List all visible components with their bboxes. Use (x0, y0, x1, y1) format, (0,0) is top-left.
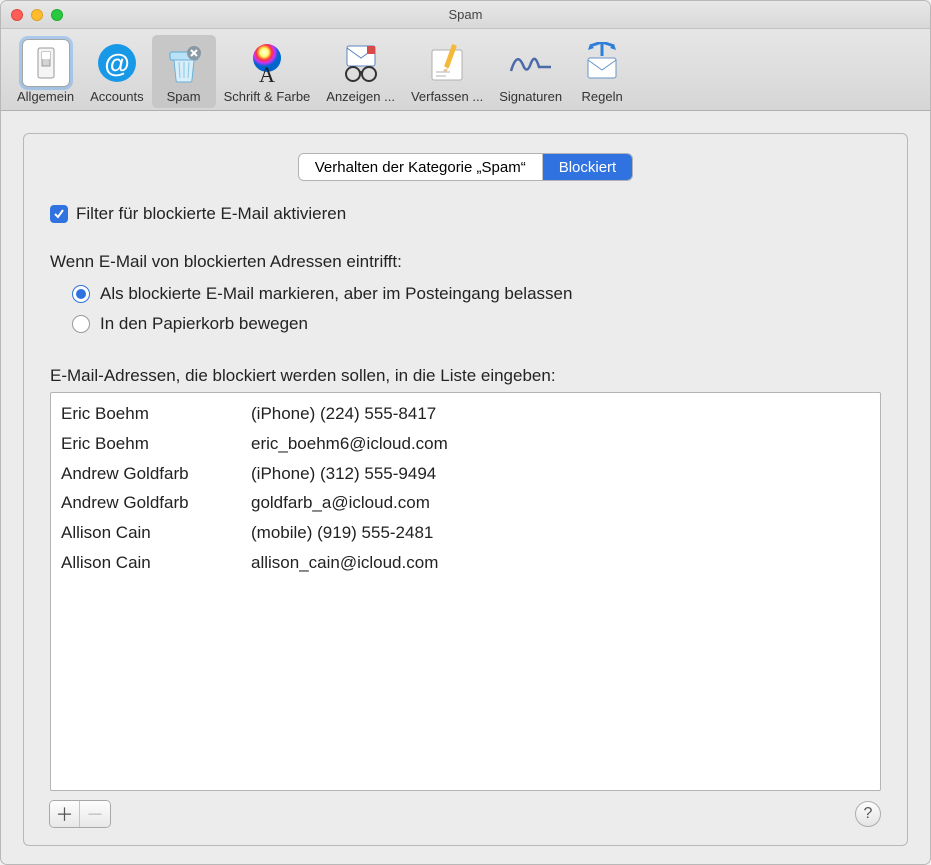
blocked-name: Eric Boehm (61, 399, 251, 429)
list-footer: ＋ － ? (50, 801, 881, 827)
at-icon: @ (93, 39, 141, 87)
font-color-icon: A (243, 39, 291, 87)
switch-icon (22, 39, 70, 87)
blocked-contact: (mobile) (919) 555-2481 (251, 518, 433, 548)
when-received-heading: Wenn E-Mail von blockierten Adressen ein… (50, 252, 881, 272)
blocked-name: Andrew Goldfarb (61, 459, 251, 489)
radio-move-to-trash-button[interactable] (72, 315, 90, 333)
help-button[interactable]: ? (855, 801, 881, 827)
toolbar-item-label: Spam (167, 89, 201, 104)
radio-mark-leave-inbox[interactable]: Als blockierte E-Mail markieren, aber im… (72, 284, 881, 304)
preferences-window: Spam Allgemein @ Accounts Spam A Schrift (0, 0, 931, 865)
zoom-window-button[interactable] (51, 9, 63, 21)
toolbar-item-rules[interactable]: Regeln (570, 35, 634, 108)
blocked-contact: goldfarb_a@icloud.com (251, 488, 430, 518)
spam-subtab-control: Verhalten der Kategorie „Spam“ Blockiert (299, 154, 632, 180)
add-button[interactable]: ＋ (50, 801, 80, 827)
radio-mark-leave-inbox-button[interactable] (72, 285, 90, 303)
radio-label: In den Papierkorb bewegen (100, 314, 308, 334)
window-controls (11, 9, 63, 21)
content-area: Verhalten der Kategorie „Spam“ Blockiert… (1, 111, 930, 864)
enable-blocked-filter-checkbox[interactable] (50, 205, 68, 223)
signature-icon (507, 39, 555, 87)
spam-panel: Verhalten der Kategorie „Spam“ Blockiert… (23, 133, 908, 846)
list-item[interactable]: Eric Boehm (iPhone) (224) 555-8417 (61, 399, 870, 429)
window-title: Spam (1, 7, 930, 22)
blocked-contact: allison_cain@icloud.com (251, 548, 438, 578)
blocked-name: Allison Cain (61, 518, 251, 548)
blocked-name: Eric Boehm (61, 429, 251, 459)
help-icon: ? (864, 805, 873, 823)
minimize-window-button[interactable] (31, 9, 43, 21)
close-window-button[interactable] (11, 9, 23, 21)
list-item[interactable]: Allison Cain (mobile) (919) 555-2481 (61, 518, 870, 548)
blocked-contact: eric_boehm6@icloud.com (251, 429, 448, 459)
toolbar-item-label: Regeln (581, 89, 622, 104)
blocked-contact: (iPhone) (224) 555-8417 (251, 399, 436, 429)
remove-button[interactable]: － (80, 801, 110, 827)
tab-spam-behavior[interactable]: Verhalten der Kategorie „Spam“ (299, 154, 543, 180)
svg-text:A: A (259, 62, 275, 84)
toolbar-item-label: Schrift & Farbe (224, 89, 311, 104)
pencil-paper-icon (423, 39, 471, 87)
list-item[interactable]: Andrew Goldfarb (iPhone) (312) 555-9494 (61, 459, 870, 489)
enable-blocked-filter-row[interactable]: Filter für blockierte E-Mail aktivieren (50, 204, 881, 224)
titlebar[interactable]: Spam (1, 1, 930, 29)
add-remove-group: ＋ － (50, 801, 110, 827)
blocked-contact: (iPhone) (312) 555-9494 (251, 459, 436, 489)
toolbar-item-viewing[interactable]: Anzeigen ... (318, 35, 403, 108)
radio-move-to-trash[interactable]: In den Papierkorb bewegen (72, 314, 881, 334)
rules-envelope-icon (578, 39, 626, 87)
toolbar-item-label: Accounts (90, 89, 143, 104)
blocked-list-heading: E-Mail-Adressen, die blockiert werden so… (50, 366, 881, 386)
list-item[interactable]: Andrew Goldfarb goldfarb_a@icloud.com (61, 488, 870, 518)
toolbar-item-label: Anzeigen ... (326, 89, 395, 104)
preferences-toolbar: Allgemein @ Accounts Spam A Schrift & Fa… (1, 29, 930, 111)
toolbar-item-fonts[interactable]: A Schrift & Farbe (216, 35, 319, 108)
tab-blocked[interactable]: Blockiert (543, 154, 633, 180)
toolbar-item-label: Allgemein (17, 89, 74, 104)
toolbar-item-general[interactable]: Allgemein (9, 35, 82, 108)
blocked-addresses-list[interactable]: Eric Boehm (iPhone) (224) 555-8417 Eric … (50, 392, 881, 791)
toolbar-item-composing[interactable]: Verfassen ... (403, 35, 491, 108)
toolbar-item-label: Signaturen (499, 89, 562, 104)
radio-label: Als blockierte E-Mail markieren, aber im… (100, 284, 572, 304)
toolbar-item-signatures[interactable]: Signaturen (491, 35, 570, 108)
list-item[interactable]: Allison Cain allison_cain@icloud.com (61, 548, 870, 578)
toolbar-item-spam[interactable]: Spam (152, 35, 216, 108)
toolbar-item-accounts[interactable]: @ Accounts (82, 35, 151, 108)
glasses-mail-icon (337, 39, 385, 87)
enable-blocked-filter-label: Filter für blockierte E-Mail aktivieren (76, 204, 346, 224)
plus-icon: ＋ (56, 801, 74, 827)
blocked-name: Andrew Goldfarb (61, 488, 251, 518)
list-item[interactable]: Eric Boehm eric_boehm6@icloud.com (61, 429, 870, 459)
trash-x-icon (160, 39, 208, 87)
svg-text:@: @ (104, 48, 129, 78)
minus-icon: － (86, 801, 104, 827)
toolbar-item-label: Verfassen ... (411, 89, 483, 104)
blocked-name: Allison Cain (61, 548, 251, 578)
